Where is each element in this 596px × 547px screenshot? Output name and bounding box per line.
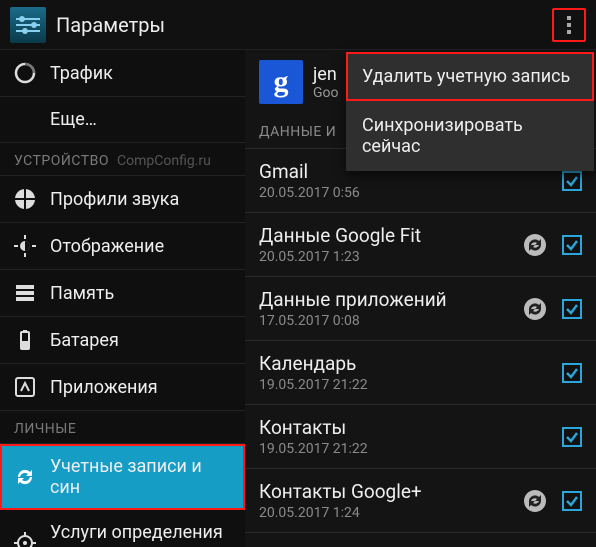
sidebar-item-label: Профили звука (50, 189, 179, 210)
sync-item-date: 20.05.2017 0:56 (259, 185, 562, 201)
section-header-personal: ЛИЧНЫЕ (0, 411, 245, 444)
sync-status-icon (522, 488, 548, 514)
sync-item-title: Календарь (259, 352, 562, 375)
sync-item-title: Данные приложений (259, 288, 522, 311)
page-title: Параметры (56, 13, 552, 37)
sync-checkbox[interactable] (562, 427, 582, 447)
sync-item[interactable]: Календарь 19.05.2017 21:22 (245, 341, 596, 405)
menu-item-sync-now[interactable]: Синхронизировать сейчас (346, 101, 594, 171)
sidebar-item-location[interactable]: Услуги определения м (0, 510, 245, 547)
watermark: CompConfig.ru (117, 153, 211, 169)
sync-status-icon (522, 296, 548, 322)
sidebar-item-traffic[interactable]: Трафик (0, 50, 245, 97)
sync-item-date: 19.05.2017 21:22 (259, 377, 562, 393)
sync-item-date: 20.05.2017 1:24 (259, 505, 522, 521)
sidebar-item-battery[interactable]: Батарея (0, 317, 245, 364)
sidebar-item-more[interactable]: Еще… (0, 97, 245, 143)
sync-item[interactable]: Контакты Google+ 20.05.2017 1:24 (245, 469, 596, 533)
settings-icon (10, 7, 46, 43)
sidebar-item-apps[interactable]: Приложения (0, 364, 245, 411)
sync-item[interactable]: Данные Google Fit 20.05.2017 1:23 (245, 213, 596, 277)
sync-checkbox[interactable] (562, 363, 582, 383)
content-pane: g jen Goo ДАННЫЕ И Gmail20.05.2017 0:56Д… (245, 50, 596, 547)
sidebar-item-label: Учетные записи и син (50, 456, 231, 498)
sync-item-title: Данные Google Fit (259, 224, 522, 247)
account-name: jen (313, 64, 339, 85)
apps-icon (14, 376, 36, 398)
sync-item-date: 17.05.2017 0:08 (259, 313, 522, 329)
sync-item[interactable]: Контакты 19.05.2017 21:22 (245, 405, 596, 469)
section-header-device: УСТРОЙСТВОCompConfig.ru (0, 143, 245, 176)
sidebar-item-label: Еще… (50, 109, 97, 130)
overflow-menu: Удалить учетную запись Синхронизировать … (346, 52, 594, 171)
sidebar-item-storage[interactable]: Память (0, 270, 245, 317)
sync-status-icon (522, 232, 548, 258)
action-bar: Параметры (0, 0, 596, 50)
storage-icon (14, 282, 36, 304)
sync-item-title: Контакты Google+ (259, 480, 522, 503)
battery-icon (14, 329, 36, 351)
sound-icon (14, 188, 36, 210)
sidebar-item-sound[interactable]: Профили звука (0, 176, 245, 223)
sidebar-item-label: Батарея (50, 330, 119, 351)
sidebar-item-label: Память (50, 283, 114, 304)
overflow-menu-button[interactable] (552, 8, 586, 42)
display-icon (14, 235, 36, 257)
sidebar-item-label: Приложения (50, 377, 158, 398)
data-usage-icon (14, 62, 36, 84)
sync-item[interactable]: Данные приложений 17.05.2017 0:08 (245, 277, 596, 341)
sync-checkbox[interactable] (562, 491, 582, 511)
sync-icon (14, 466, 36, 488)
menu-item-remove-account[interactable]: Удалить учетную запись (346, 52, 594, 101)
settings-sidebar: Трафик Еще… УСТРОЙСТВОCompConfig.ru Проф… (0, 50, 245, 547)
sync-item-date: 19.05.2017 21:22 (259, 441, 562, 457)
location-icon (14, 532, 36, 547)
sidebar-item-label: Отображение (50, 236, 164, 257)
sync-checkbox[interactable] (562, 171, 582, 191)
sync-checkbox[interactable] (562, 299, 582, 319)
google-badge-icon: g (259, 60, 303, 104)
sidebar-item-display[interactable]: Отображение (0, 223, 245, 270)
sync-item-title: Контакты (259, 416, 562, 439)
sync-checkbox[interactable] (562, 235, 582, 255)
account-type: Goo (313, 85, 339, 101)
sync-item-date: 20.05.2017 1:23 (259, 249, 522, 265)
sidebar-item-accounts[interactable]: Учетные записи и син (0, 444, 245, 510)
sidebar-item-label: Услуги определения м (50, 522, 231, 547)
sidebar-item-label: Трафик (50, 63, 113, 84)
